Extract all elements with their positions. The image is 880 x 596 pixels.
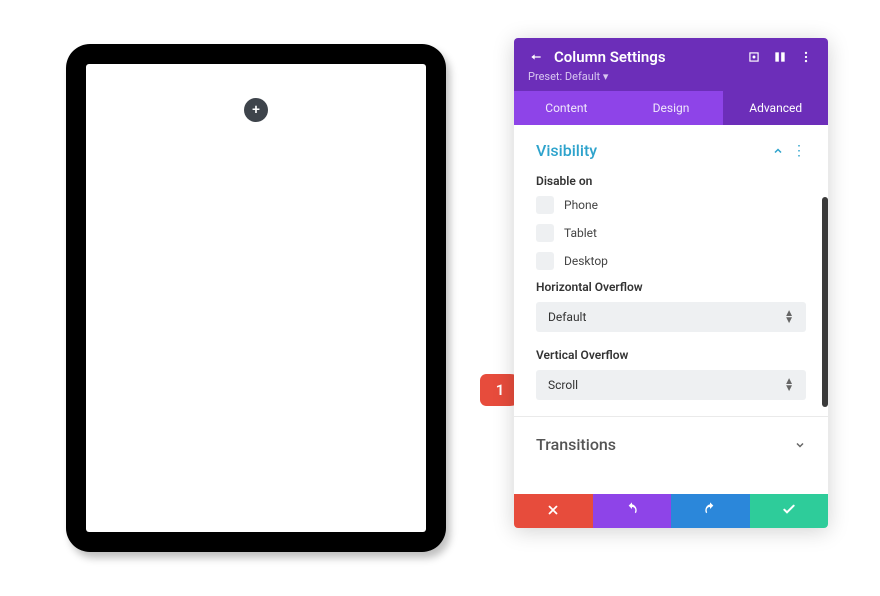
close-icon [546, 502, 560, 521]
panel-body: Visibility ⋮ Disable on Phone Tablet [514, 125, 828, 494]
tab-advanced[interactable]: Advanced [723, 91, 828, 125]
checkbox-phone-label: Phone [564, 198, 598, 212]
disable-tablet-row[interactable]: Tablet [536, 224, 806, 242]
disable-desktop-row[interactable]: Desktop [536, 252, 806, 270]
expand-icon[interactable] [746, 49, 762, 65]
tab-design[interactable]: Design [619, 91, 724, 125]
select-arrows-icon: ▲▼ [784, 378, 794, 392]
undo-button[interactable] [593, 494, 672, 528]
panel-header: Column Settings Preset: Default ▾ [514, 38, 828, 91]
chevron-up-icon [772, 145, 784, 157]
checkbox-desktop-label: Desktop [564, 254, 608, 268]
column-settings-panel: Column Settings Preset: Default ▾ Conten… [514, 38, 828, 528]
checkbox-tablet[interactable] [536, 224, 554, 242]
redo-button[interactable] [671, 494, 750, 528]
preset-label: Preset: Default [528, 70, 600, 83]
visibility-title: Visibility [536, 141, 597, 160]
checkbox-tablet-label: Tablet [564, 226, 597, 240]
select-arrows-icon: ▲▼ [784, 310, 794, 324]
grid-icon[interactable] [772, 49, 788, 65]
disable-phone-row[interactable]: Phone [536, 196, 806, 214]
checkbox-desktop[interactable] [536, 252, 554, 270]
redo-icon [702, 501, 718, 521]
check-icon [781, 501, 797, 521]
plus-icon: + [252, 102, 260, 118]
annotation-number: 1 [496, 381, 505, 399]
horizontal-overflow-select[interactable]: Default ▲▼ [536, 302, 806, 332]
vertical-overflow-value: Scroll [548, 378, 578, 392]
panel-tabs: Content Design Advanced [514, 91, 828, 125]
panel-footer [514, 494, 828, 528]
vertical-overflow-label: Vertical Overflow [536, 348, 806, 362]
tab-content[interactable]: Content [514, 91, 619, 125]
horizontal-overflow-label: Horizontal Overflow [536, 280, 806, 294]
save-button[interactable] [750, 494, 829, 528]
back-icon[interactable] [528, 49, 544, 65]
chevron-down-icon: ▾ [603, 70, 609, 83]
transitions-title: Transitions [536, 435, 616, 454]
undo-icon [624, 501, 640, 521]
disable-on-label: Disable on [536, 174, 806, 188]
add-module-button[interactable]: + [244, 98, 268, 122]
chevron-down-icon [794, 439, 806, 451]
scrollbar[interactable] [822, 197, 828, 407]
section-menu-icon[interactable]: ⋮ [792, 144, 806, 158]
checkbox-phone[interactable] [536, 196, 554, 214]
panel-title: Column Settings [554, 48, 736, 66]
horizontal-overflow-value: Default [548, 310, 586, 324]
tablet-screen: + [86, 64, 426, 532]
visibility-section: Visibility ⋮ Disable on Phone Tablet [514, 125, 828, 416]
vertical-overflow-select[interactable]: Scroll ▲▼ [536, 370, 806, 400]
visibility-header[interactable]: Visibility ⋮ [536, 141, 806, 160]
preset-selector[interactable]: Preset: Default ▾ [528, 70, 814, 83]
transitions-section[interactable]: Transitions [514, 417, 828, 472]
menu-dots-icon[interactable] [798, 49, 814, 65]
cancel-button[interactable] [514, 494, 593, 528]
tablet-preview-frame: + [66, 44, 446, 552]
